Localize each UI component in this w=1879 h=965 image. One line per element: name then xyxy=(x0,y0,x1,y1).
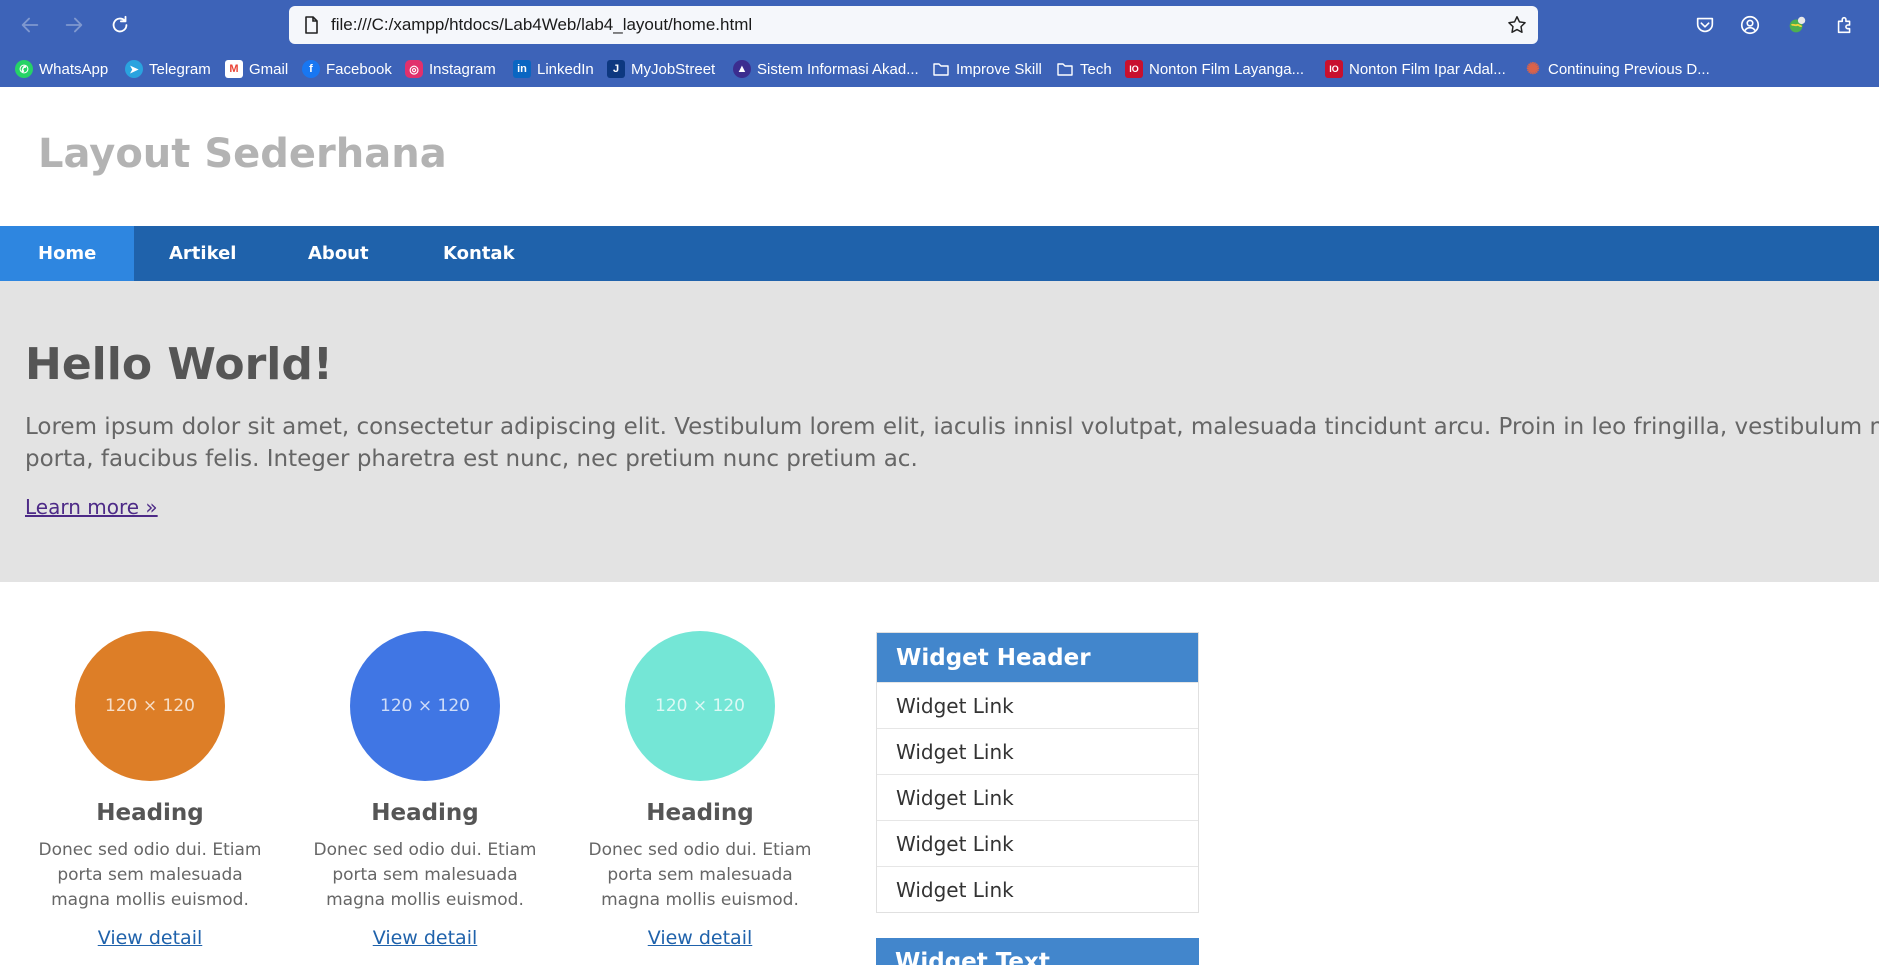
browser-toolbar: file:///C:/xampp/htdocs/Lab4Web/lab4_lay… xyxy=(0,0,1879,50)
bookmark-myjobstreet[interactable]: J MyJobStreet xyxy=(607,58,715,80)
folder-icon xyxy=(1057,63,1073,76)
bookmarks-bar: ✆ WhatsApp ➤ Telegram M Gmail f Facebook… xyxy=(0,50,1879,87)
bookmark-linkedin[interactable]: in LinkedIn xyxy=(513,58,594,80)
site-title: Layout Sederhana xyxy=(38,131,447,177)
hero-heading: Hello World! xyxy=(25,339,333,390)
account-button[interactable] xyxy=(1738,13,1762,37)
bookmark-label: LinkedIn xyxy=(537,60,594,78)
url-text[interactable]: file:///C:/xampp/htdocs/Lab4Web/lab4_lay… xyxy=(331,15,752,35)
bookmark-folder-improve-skill[interactable]: Improve Skill xyxy=(932,58,1042,80)
feature-image: 120 × 120 xyxy=(625,631,775,781)
feature-heading: Heading xyxy=(96,800,204,826)
extension-button[interactable] xyxy=(1785,13,1809,37)
bookmark-label: Continuing Previous D... xyxy=(1548,60,1710,78)
bookmark-label: Sistem Informasi Akad... xyxy=(757,60,919,78)
reload-icon xyxy=(112,15,128,33)
jobstreet-icon: J xyxy=(607,60,625,78)
back-button[interactable] xyxy=(15,10,45,40)
film-icon: IO xyxy=(1325,60,1343,78)
bookmark-label: MyJobStreet xyxy=(631,60,716,78)
arrow-left-icon xyxy=(21,17,39,33)
feature-card: 120 × 120 Heading Donec sed odio dui. Et… xyxy=(300,631,550,949)
nav-about[interactable]: About xyxy=(308,226,369,281)
burst-icon: ✺ xyxy=(1526,61,1540,78)
widget-link[interactable]: Widget Link xyxy=(877,774,1198,820)
bookmark-gmail[interactable]: M Gmail xyxy=(225,58,288,80)
feature-heading: Heading xyxy=(646,800,754,826)
sidebar-widget: Widget Header Widget Link Widget Link Wi… xyxy=(876,632,1199,913)
feature-card: 120 × 120 Heading Donec sed odio dui. Et… xyxy=(575,631,825,949)
widget-link[interactable]: Widget Link xyxy=(877,728,1198,774)
widget-header: Widget Header xyxy=(877,633,1198,682)
forward-button[interactable] xyxy=(59,10,89,40)
widget-link[interactable]: Widget Link xyxy=(877,866,1198,912)
feature-card: 120 × 120 Heading Donec sed odio dui. Et… xyxy=(25,631,275,949)
feature-text: Donec sed odio dui. Etiam porta sem male… xyxy=(588,840,812,910)
nav-kontak[interactable]: Kontak xyxy=(443,226,515,281)
bookmark-label: Tech xyxy=(1080,60,1112,78)
telegram-icon: ➤ xyxy=(125,60,143,78)
linkedin-icon: in xyxy=(513,60,531,78)
bookmark-whatsapp[interactable]: ✆ WhatsApp xyxy=(15,58,108,80)
nav-home[interactable]: Home xyxy=(0,226,135,281)
bookmark-nonton-film-layangan[interactable]: IO Nonton Film Layanga... xyxy=(1125,58,1304,80)
bookmark-label: Telegram xyxy=(149,60,211,78)
bookmark-sistem-informasi[interactable]: ▲ Sistem Informasi Akad... xyxy=(733,58,919,80)
bookmark-telegram[interactable]: ➤ Telegram xyxy=(125,58,211,80)
facebook-icon: f xyxy=(302,60,320,78)
bookmark-label: Instagram xyxy=(429,60,496,78)
whatsapp-icon: ✆ xyxy=(15,60,33,78)
extensions-menu-button[interactable] xyxy=(1833,13,1857,37)
feature-image: 120 × 120 xyxy=(75,631,225,781)
feature-text: Donec sed odio dui. Etiam porta sem male… xyxy=(313,840,537,910)
view-detail-link[interactable]: View detail xyxy=(98,927,203,949)
bookmark-continuing-previous[interactable]: ✺ Continuing Previous D... xyxy=(1524,58,1710,80)
site-header: Layout Sederhana xyxy=(0,87,1879,226)
university-icon: ▲ xyxy=(733,60,751,78)
page-icon xyxy=(305,16,318,34)
address-bar[interactable]: file:///C:/xampp/htdocs/Lab4Web/lab4_lay… xyxy=(289,6,1538,44)
bookmark-label: Nonton Film Layanga... xyxy=(1149,60,1305,78)
pocket-button[interactable] xyxy=(1693,13,1717,37)
view-detail-link[interactable]: View detail xyxy=(648,927,753,949)
bookmark-label: Nonton Film Ipar Adal... xyxy=(1349,60,1506,78)
bookmark-nonton-film-ipar[interactable]: IO Nonton Film Ipar Adal... xyxy=(1325,58,1506,80)
feature-text: Donec sed odio dui. Etiam porta sem male… xyxy=(38,840,262,910)
puzzle-icon xyxy=(1837,16,1851,34)
nav-artikel[interactable]: Artikel xyxy=(169,226,236,281)
bookmark-folder-tech[interactable]: Tech xyxy=(1056,58,1112,80)
bookmark-facebook[interactable]: f Facebook xyxy=(302,58,392,80)
bookmark-label: Facebook xyxy=(326,60,392,78)
feature-image: 120 × 120 xyxy=(350,631,500,781)
folder-icon xyxy=(933,63,949,76)
reload-button[interactable] xyxy=(105,10,135,40)
arrow-right-icon xyxy=(65,17,83,33)
instagram-icon: ◎ xyxy=(405,60,423,78)
extension-globe-icon xyxy=(1789,16,1806,33)
view-detail-link[interactable]: View detail xyxy=(373,927,478,949)
bookmark-star-icon[interactable] xyxy=(1506,14,1528,36)
account-icon xyxy=(1740,15,1760,35)
widget-text-header: Widget Text xyxy=(876,938,1199,965)
bookmark-label: Improve Skill xyxy=(956,60,1042,78)
bookmark-label: Gmail xyxy=(249,60,289,78)
bookmark-instagram[interactable]: ◎ Instagram xyxy=(405,58,496,80)
learn-more-link[interactable]: Learn more » xyxy=(25,495,158,519)
bookmark-label: WhatsApp xyxy=(39,60,109,78)
pocket-icon xyxy=(1696,17,1714,33)
widget-link[interactable]: Widget Link xyxy=(877,682,1198,728)
widget-link[interactable]: Widget Link xyxy=(877,820,1198,866)
gmail-icon: M xyxy=(225,60,243,78)
feature-heading: Heading xyxy=(371,800,479,826)
hero-section: Hello World! Lorem ipsum dolor sit amet,… xyxy=(0,281,1879,582)
main-nav: Home Artikel About Kontak xyxy=(0,226,1879,281)
film-icon: IO xyxy=(1125,60,1143,78)
hero-lead-text: Lorem ipsum dolor sit amet, consectetur … xyxy=(25,414,1879,472)
